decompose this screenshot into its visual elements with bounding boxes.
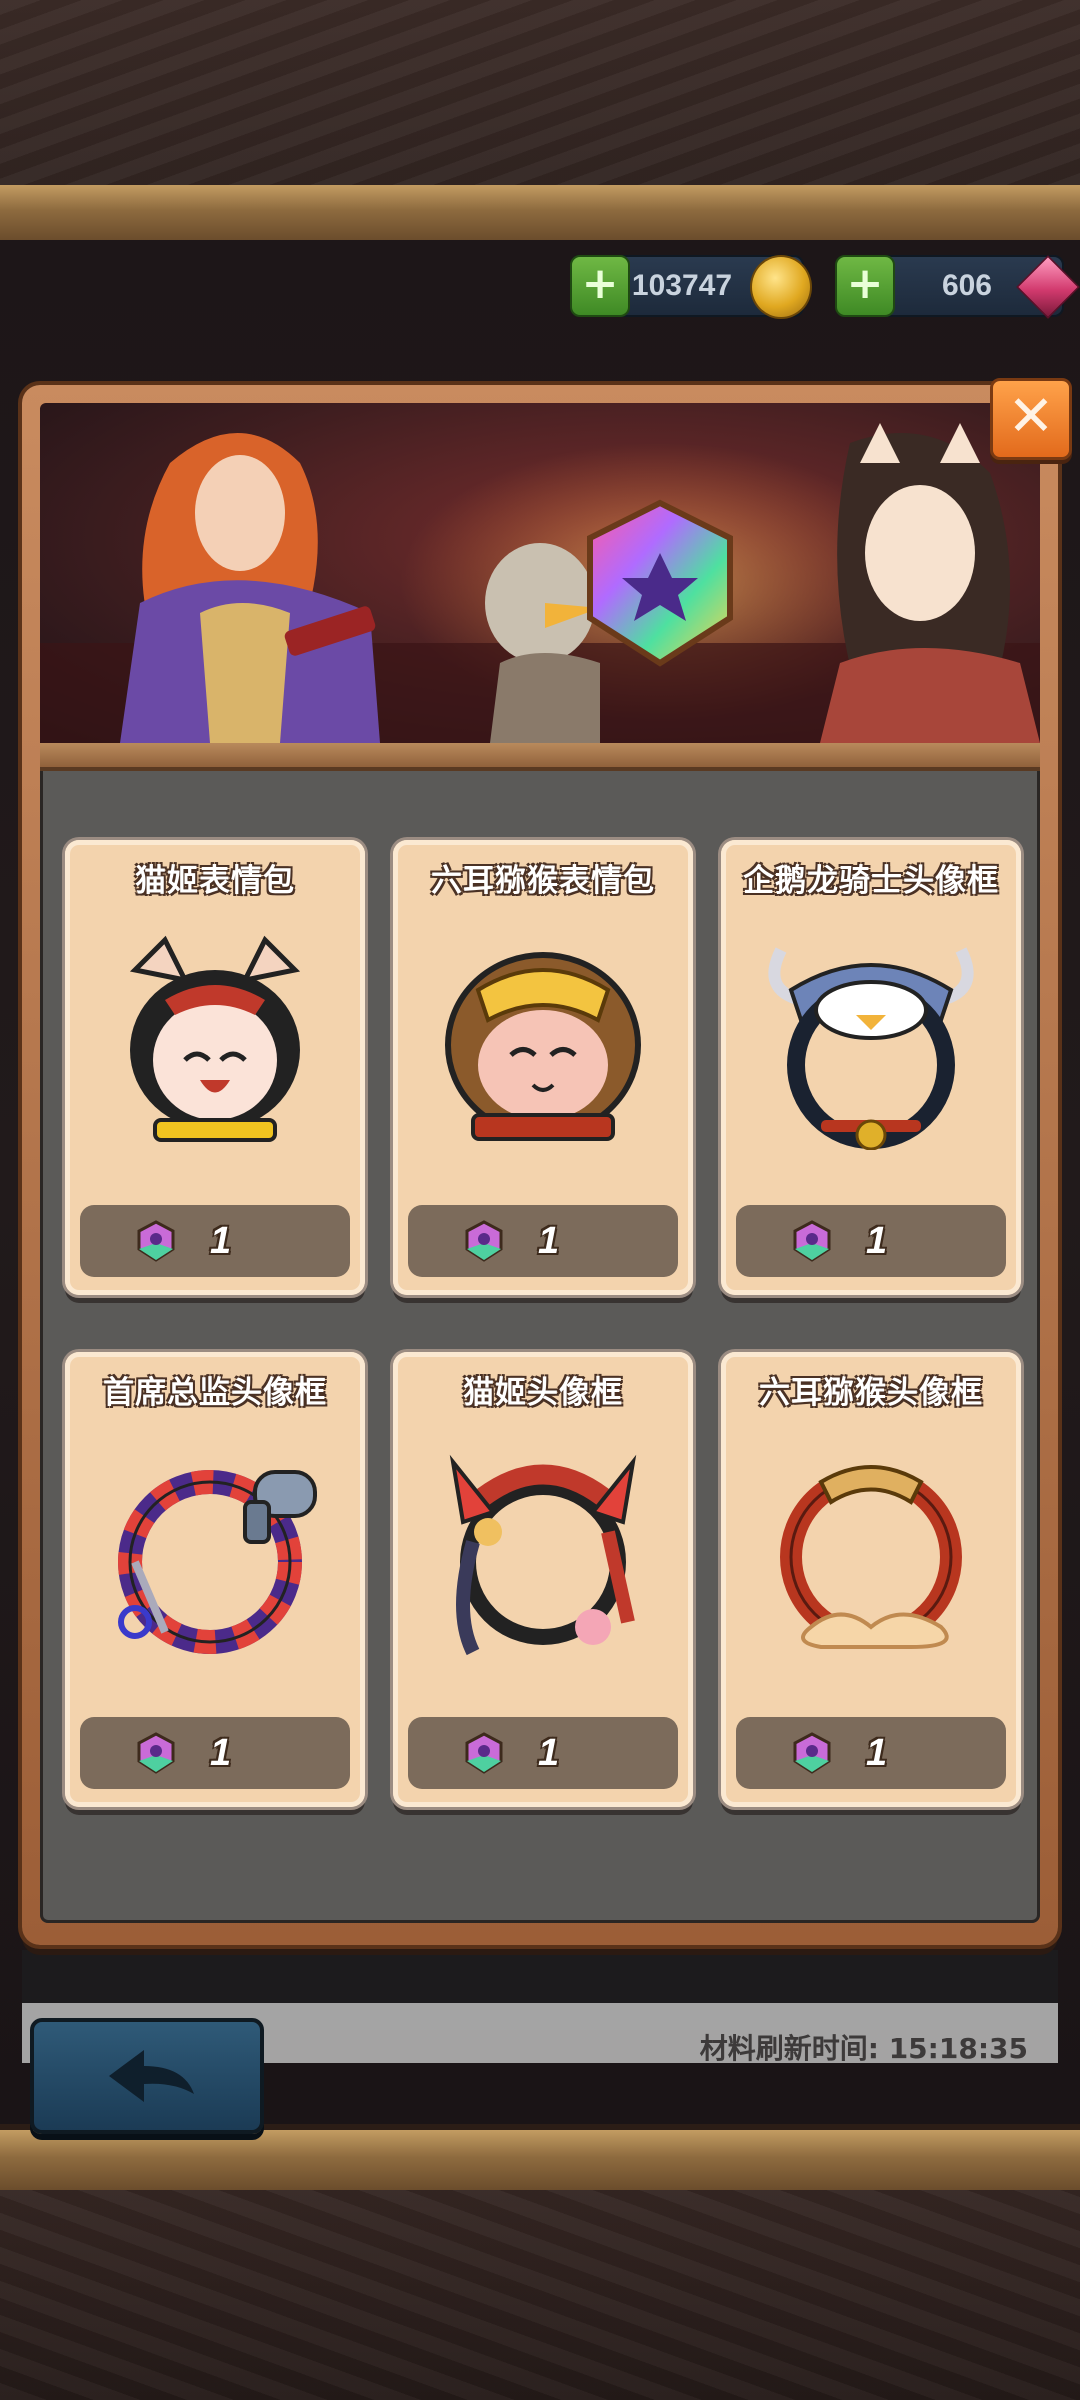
price-tag: 1 bbox=[736, 1205, 1006, 1277]
price-value: 1 bbox=[538, 1732, 560, 1774]
stylist-frame-icon bbox=[118, 1470, 317, 1654]
gem-counter: + 606 bbox=[835, 255, 1080, 319]
coin-counter: + 103747 bbox=[570, 255, 812, 319]
cat-character bbox=[820, 423, 1040, 743]
bottom-wood-frame bbox=[0, 2130, 1080, 2400]
item-title: 猫姬表情包 bbox=[135, 863, 295, 899]
price-tag: 1 bbox=[736, 1717, 1006, 1789]
popup-banner bbox=[40, 403, 1040, 743]
shop-item-card[interactable]: 六耳猕猴表情包 1 bbox=[393, 840, 693, 1295]
shop-item-card[interactable]: 猫姬头像框 1 bbox=[393, 1352, 693, 1807]
price-tag: 1 bbox=[408, 1205, 678, 1277]
cat-princess-emote-icon bbox=[129, 935, 301, 1142]
rainbow-crystal-icon bbox=[793, 1732, 831, 1774]
close-button[interactable]: ✕ bbox=[990, 378, 1072, 460]
top-wood-frame bbox=[0, 0, 1080, 240]
rainbow-crystal-icon bbox=[465, 1732, 503, 1774]
item-title: 六耳猕猴头像框 bbox=[759, 1375, 983, 1411]
shop-item-card[interactable]: 首席总监头像框 1 bbox=[65, 1352, 365, 1807]
back-button[interactable] bbox=[30, 2018, 264, 2134]
refresh-time-text: 材料刷新时间: 15:18:35 bbox=[699, 2032, 1028, 2065]
item-title: 猫姬头像框 bbox=[463, 1375, 623, 1411]
price-tag: 1 bbox=[80, 1717, 350, 1789]
cat-princess-frame-icon bbox=[449, 1454, 637, 1656]
add-coins-button[interactable]: + bbox=[570, 255, 630, 317]
gold-coin-icon bbox=[750, 255, 812, 319]
penguin-knight-frame-icon bbox=[768, 947, 974, 1150]
merchant-character bbox=[120, 433, 380, 743]
price-tag: 1 bbox=[80, 1205, 350, 1277]
price-value: 1 bbox=[210, 1732, 232, 1774]
add-gems-button[interactable]: + bbox=[835, 255, 895, 317]
price-value: 1 bbox=[210, 1220, 232, 1262]
price-value: 1 bbox=[866, 1732, 888, 1774]
rainbow-crystal-icon bbox=[465, 1220, 503, 1262]
back-arrow-icon bbox=[109, 2050, 194, 2102]
price-value: 1 bbox=[538, 1220, 560, 1262]
shop-item-card[interactable]: 猫姬表情包 1 bbox=[65, 840, 365, 1295]
banner-divider bbox=[40, 743, 1040, 771]
price-tag: 1 bbox=[408, 1717, 678, 1789]
shop-item-card[interactable]: 六耳猕猴头像框 1 bbox=[721, 1352, 1021, 1807]
price-value: 1 bbox=[866, 1220, 888, 1262]
item-title: 企鹅龙骑士头像框 bbox=[743, 863, 999, 899]
gem-value: 606 bbox=[941, 269, 992, 302]
monkey-emote-icon bbox=[445, 952, 641, 1141]
rainbow-crystal-icon bbox=[137, 1220, 175, 1262]
shop-item-card[interactable]: 企鹅龙骑士头像框 1 bbox=[721, 840, 1021, 1295]
banner-art bbox=[40, 423, 1040, 743]
rainbow-crystal-icon bbox=[137, 1732, 175, 1774]
coin-value: 103747 bbox=[631, 269, 732, 302]
item-title: 首席总监头像框 bbox=[103, 1375, 327, 1411]
monkey-frame-icon bbox=[780, 1465, 962, 1649]
item-title: 六耳猕猴表情包 bbox=[431, 863, 655, 899]
rainbow-crystal-icon bbox=[793, 1220, 831, 1262]
